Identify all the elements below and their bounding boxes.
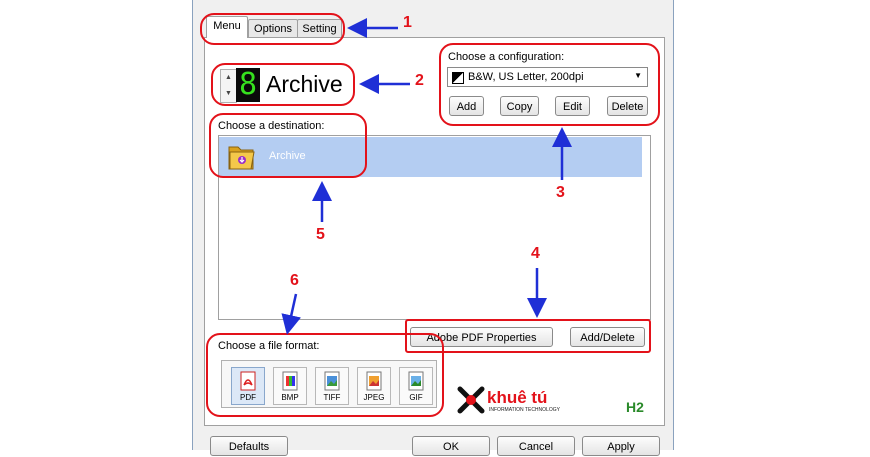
annotation-number-1: 1	[403, 14, 412, 31]
h2-label: H2	[626, 399, 644, 415]
annotation-number-6: 6	[290, 272, 299, 289]
khue-tu-logo-icon	[456, 385, 486, 415]
logo-subtitle: INFORMATION TECHNOLOGY	[489, 407, 560, 413]
ok-button[interactable]: OK	[412, 436, 490, 456]
annotation-ring-2	[211, 63, 355, 106]
apply-button[interactable]: Apply	[582, 436, 660, 456]
annotation-number-5: 5	[316, 226, 325, 243]
annotation-ring-1	[200, 13, 345, 45]
annotation-number-3: 3	[556, 184, 565, 201]
defaults-button[interactable]: Defaults	[210, 436, 288, 456]
cancel-button[interactable]: Cancel	[497, 436, 575, 456]
annotation-number-4: 4	[531, 245, 540, 262]
logo-text: khuê tú	[487, 388, 548, 407]
annotation-ring-5	[209, 113, 367, 178]
annotation-ring-3	[439, 43, 660, 126]
annotation-number-2: 2	[415, 72, 424, 89]
annotation-ring-6	[206, 333, 444, 417]
